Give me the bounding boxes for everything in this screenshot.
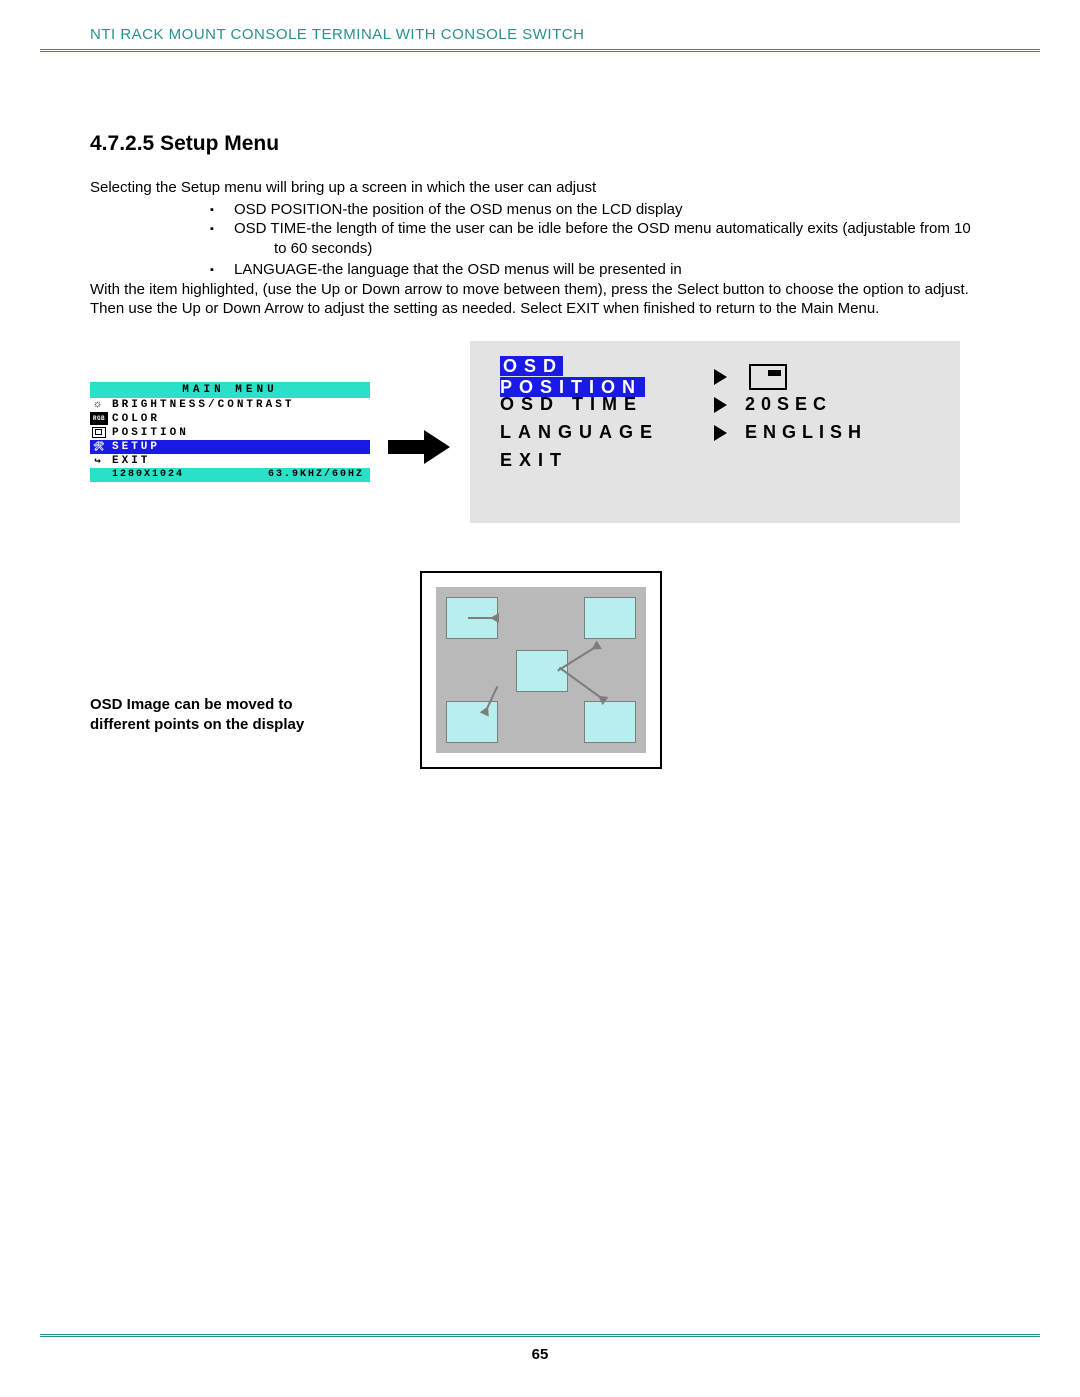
bullet-osd-time: OSD TIME-the length of time the user can…	[210, 219, 990, 239]
menu-item-color: COLOR	[108, 413, 370, 425]
running-header: NTI RACK MOUNT CONSOLE TERMINAL WITH CON…	[90, 26, 1040, 43]
section-title: Setup Menu	[160, 132, 279, 155]
bullet-osd-position: OSD POSITION-the position of the OSD men…	[210, 200, 990, 220]
menu-item-setup: SETUP	[108, 441, 370, 453]
setup-item-osd-position: OSD POSITION	[500, 356, 645, 397]
instruction-text: With the item highlighted, (use the Up o…	[90, 280, 990, 319]
setup-item-language: LANGUAGE	[500, 422, 710, 443]
setup-menu-screenshot: OSD POSITION OSD TIME 20SEC LANGUAGE ENG…	[470, 341, 960, 523]
pos-square-top-right	[584, 597, 636, 639]
intro-text: Selecting the Setup menu will bring up a…	[90, 178, 990, 198]
diagram-arrow	[468, 617, 498, 619]
rgb-icon: RGB	[90, 412, 108, 425]
main-menu-title: MAIN MENU	[90, 382, 370, 398]
diagram-caption: OSD Image can be moved to different poin…	[90, 695, 350, 734]
main-menu-screenshot: MAIN MENU BRIGHTNESS/CONTRAST RGBCOLOR P…	[90, 382, 370, 482]
osd-position-value-icon	[749, 364, 787, 390]
menu-item-brightness: BRIGHTNESS/CONTRAST	[108, 399, 370, 411]
page-number: 65	[0, 1346, 1080, 1363]
osd-time-value: 20SEC	[745, 394, 832, 415]
header-rule	[40, 49, 1040, 52]
setup-item-exit: EXIT	[500, 450, 710, 471]
footer-resolution: 1280X1024	[112, 469, 184, 480]
osd-position-diagram	[420, 571, 662, 769]
triangle-right-icon	[714, 425, 727, 441]
setup-icon	[90, 440, 108, 453]
brightness-icon	[90, 398, 108, 411]
language-value: ENGLISH	[745, 422, 867, 443]
position-icon	[90, 426, 108, 439]
menu-item-exit: EXIT	[108, 455, 370, 467]
menu-item-position: POSITION	[108, 427, 370, 439]
bullet-language: LANGUAGE-the language that the OSD menus…	[210, 260, 990, 280]
exit-icon	[90, 454, 108, 467]
section-heading: 4.7.2.5 Setup Menu	[90, 132, 990, 156]
pos-square-center	[516, 650, 568, 692]
bullet-osd-time-cont: to 60 seconds)	[274, 239, 990, 259]
footer-refresh: 63.9KHZ/60HZ	[268, 469, 364, 480]
triangle-right-icon	[714, 369, 727, 385]
setup-item-osd-time: OSD TIME	[500, 394, 710, 415]
footer-rule	[40, 1334, 1040, 1337]
pos-square-bottom-right	[584, 701, 636, 743]
triangle-right-icon	[714, 397, 727, 413]
arrow-icon	[388, 430, 452, 464]
section-number: 4.7.2.5	[90, 132, 154, 155]
